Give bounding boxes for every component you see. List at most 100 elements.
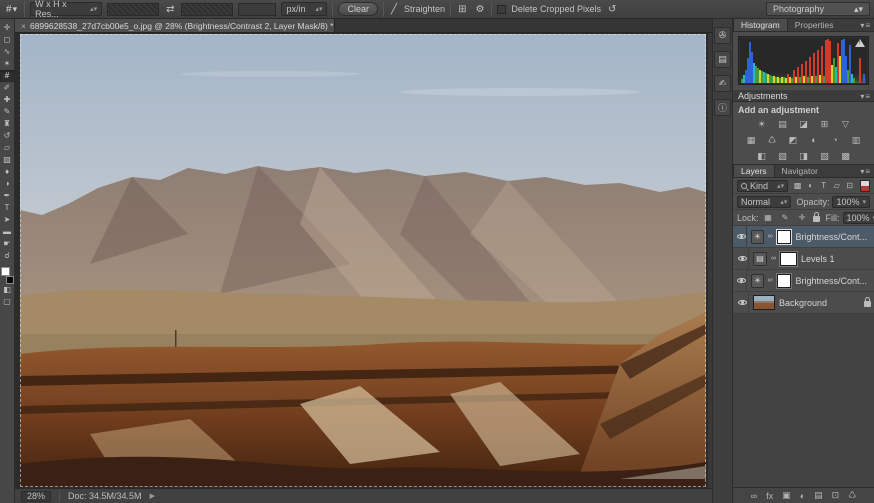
adjustment-exposure-icon[interactable]: ⊞ <box>817 118 832 130</box>
blend-mode-dropdown[interactable]: Normal ▴▾ <box>737 196 791 208</box>
canvas-image[interactable] <box>20 34 706 487</box>
quick-selection-tool[interactable]: ✶ <box>0 58 15 70</box>
zoom-level-field[interactable]: 28% <box>21 491 51 502</box>
filter-kind-dropdown[interactable]: Kind ▴▾ <box>737 180 788 192</box>
filter-adjustment-layers-icon[interactable]: ◐ <box>804 180 817 192</box>
straighten-icon[interactable]: ╱ <box>389 4 399 15</box>
zoom-tool[interactable]: ☌ <box>0 250 15 262</box>
crop-ratio-preset-dropdown[interactable]: W x H x Res... ▴▾ <box>30 2 102 16</box>
histogram-refresh-warning-icon[interactable] <box>855 39 865 47</box>
layer-visibility-toggle[interactable] <box>736 270 747 291</box>
layer-row[interactable]: ▤∞Levels 1 <box>733 248 874 270</box>
eraser-tool[interactable]: ▱ <box>0 142 15 154</box>
tool-preset-picker[interactable]: # ▾ <box>4 4 19 15</box>
adjustment-posterize-icon[interactable]: ▨ <box>775 150 790 162</box>
adjustment-curves-icon[interactable]: ◪ <box>796 118 811 130</box>
close-icon[interactable]: × <box>21 21 26 31</box>
filter-smart-objects-icon[interactable]: ⊡ <box>843 180 856 192</box>
crop-width-field[interactable] <box>107 3 159 16</box>
blur-tool[interactable]: ♦ <box>0 166 15 178</box>
healing-brush-tool[interactable]: ✚ <box>0 94 15 106</box>
filter-pixel-layers-icon[interactable]: ▩ <box>791 180 804 192</box>
delete-cropped-pixels-checkbox[interactable] <box>497 5 506 14</box>
crop-height-field[interactable] <box>181 3 233 16</box>
layer-visibility-toggle[interactable] <box>736 248 749 269</box>
layer-row[interactable]: ☀∞Brightness/Cont... <box>733 226 874 248</box>
adjustment-threshold-icon[interactable]: ◨ <box>796 150 811 162</box>
add-layer-mask-icon[interactable]: ▣ <box>782 490 791 501</box>
panel-menu-icon[interactable]: ▾≡ <box>860 21 871 30</box>
tab-layers[interactable]: Layers <box>733 164 775 177</box>
adjustment-channel-mixer-icon[interactable]: ◔ <box>828 134 843 146</box>
adjustment-selective-color-icon[interactable]: ▧ <box>817 150 832 162</box>
lock-all-icon[interactable] <box>813 216 820 222</box>
lock-transparency-icon[interactable]: ▦ <box>762 212 775 224</box>
straighten-label[interactable]: Straighten <box>404 4 445 14</box>
panel-menu-icon[interactable]: ▾≡ <box>860 167 871 176</box>
document-tab[interactable]: × 6899628538_27d7cb00e5_o.jpg @ 28% (Bri… <box>15 19 335 32</box>
filter-toggle-switch[interactable] <box>860 180 870 192</box>
reset-icon[interactable]: ↺ <box>606 4 618 15</box>
resolution-unit-dropdown[interactable]: px/in ▴▾ <box>281 2 327 16</box>
clear-button[interactable]: Clear <box>338 2 378 16</box>
adjustment-levels-icon[interactable]: ▤ <box>775 118 790 130</box>
adjustment-color-lookup-icon[interactable]: ▥ <box>849 134 864 146</box>
path-selection-tool[interactable]: ➤ <box>0 214 15 226</box>
filter-type-layers-icon[interactable]: T <box>817 180 830 192</box>
new-group-icon[interactable]: ▤ <box>814 490 823 501</box>
vertical-scrollbar[interactable] <box>707 33 712 488</box>
swap-dimensions-icon[interactable]: ⇄ <box>164 4 176 15</box>
actions-panel-button[interactable]: ✍ <box>714 75 731 92</box>
quick-mask-button[interactable]: ◧ <box>0 284 15 296</box>
pen-tool[interactable]: ✒ <box>0 190 15 202</box>
adjustment-vibrance-icon[interactable]: ▽ <box>838 118 853 130</box>
eyedropper-tool[interactable]: ✐ <box>0 82 15 94</box>
hand-tool[interactable]: ☛ <box>0 238 15 250</box>
layer-row[interactable]: ☀∞Brightness/Cont... <box>733 270 874 292</box>
history-panel-button[interactable]: ▤ <box>714 51 731 68</box>
gradient-tool[interactable]: ▨ <box>0 154 15 166</box>
adjustment-layer-icon[interactable]: ☀ <box>751 274 763 288</box>
type-tool[interactable]: T <box>0 202 15 214</box>
mini-bridge-panel-button[interactable]: ✇ <box>714 27 731 44</box>
fill-dropdown[interactable]: 100% ▾ <box>843 212 874 224</box>
layer-thumbnail[interactable] <box>753 295 775 310</box>
history-brush-tool[interactable]: ↺ <box>0 130 15 142</box>
background-color-swatch[interactable] <box>6 276 14 284</box>
workspace-dropdown[interactable]: Photography ▴▾ <box>766 2 870 16</box>
dodge-tool[interactable]: ◑ <box>0 178 15 190</box>
adjustment-color-balance-icon[interactable]: ♺ <box>765 134 780 146</box>
adjustment-black-white-icon[interactable]: ◩ <box>786 134 801 146</box>
adjustment-gradient-map-icon[interactable]: ▩ <box>838 150 853 162</box>
adjustment-layer-icon[interactable]: ☀ <box>751 230 763 244</box>
layer-style-icon[interactable]: fx <box>766 491 773 501</box>
new-adjustment-layer-icon[interactable]: ◐ <box>800 491 805 501</box>
tab-properties[interactable]: Properties <box>788 19 841 31</box>
adjustment-photo-filter-icon[interactable]: ◐ <box>807 134 822 146</box>
crop-options-gear-icon[interactable]: ⚙ <box>473 4 486 15</box>
clone-stamp-tool[interactable]: ♜ <box>0 118 15 130</box>
status-options-arrow-icon[interactable]: ▶ <box>150 492 155 500</box>
tab-navigator[interactable]: Navigator <box>775 165 825 177</box>
filter-shape-layers-icon[interactable]: ▱ <box>830 180 843 192</box>
tab-histogram[interactable]: Histogram <box>733 18 788 31</box>
layer-visibility-toggle[interactable] <box>736 226 747 247</box>
adjustment-layer-icon[interactable]: ▤ <box>753 252 767 266</box>
opacity-dropdown[interactable]: 100% ▾ <box>832 196 870 208</box>
marquee-tool[interactable]: ◻ <box>0 34 15 46</box>
layer-row[interactable]: Background <box>733 292 874 314</box>
crop-tool[interactable]: # <box>0 70 15 82</box>
crop-resolution-field[interactable] <box>238 3 276 16</box>
link-layers-icon[interactable]: ∞ <box>751 491 757 501</box>
info-panel-button[interactable]: ⓘ <box>714 99 731 116</box>
move-tool[interactable]: ✛ <box>0 22 15 34</box>
lock-pixels-icon[interactable]: ✎ <box>779 212 792 224</box>
layer-mask-thumbnail[interactable] <box>780 252 797 266</box>
lasso-tool[interactable]: ∿ <box>0 46 15 58</box>
new-layer-icon[interactable]: ⊡ <box>832 490 840 501</box>
adjustment-brightness-contrast-icon[interactable]: ☀ <box>754 118 769 130</box>
brush-tool[interactable]: ✎ <box>0 106 15 118</box>
crop-overlay-options-icon[interactable]: ⊞ <box>456 4 468 15</box>
layer-mask-thumbnail[interactable] <box>777 274 792 288</box>
adjustment-invert-icon[interactable]: ◧ <box>754 150 769 162</box>
